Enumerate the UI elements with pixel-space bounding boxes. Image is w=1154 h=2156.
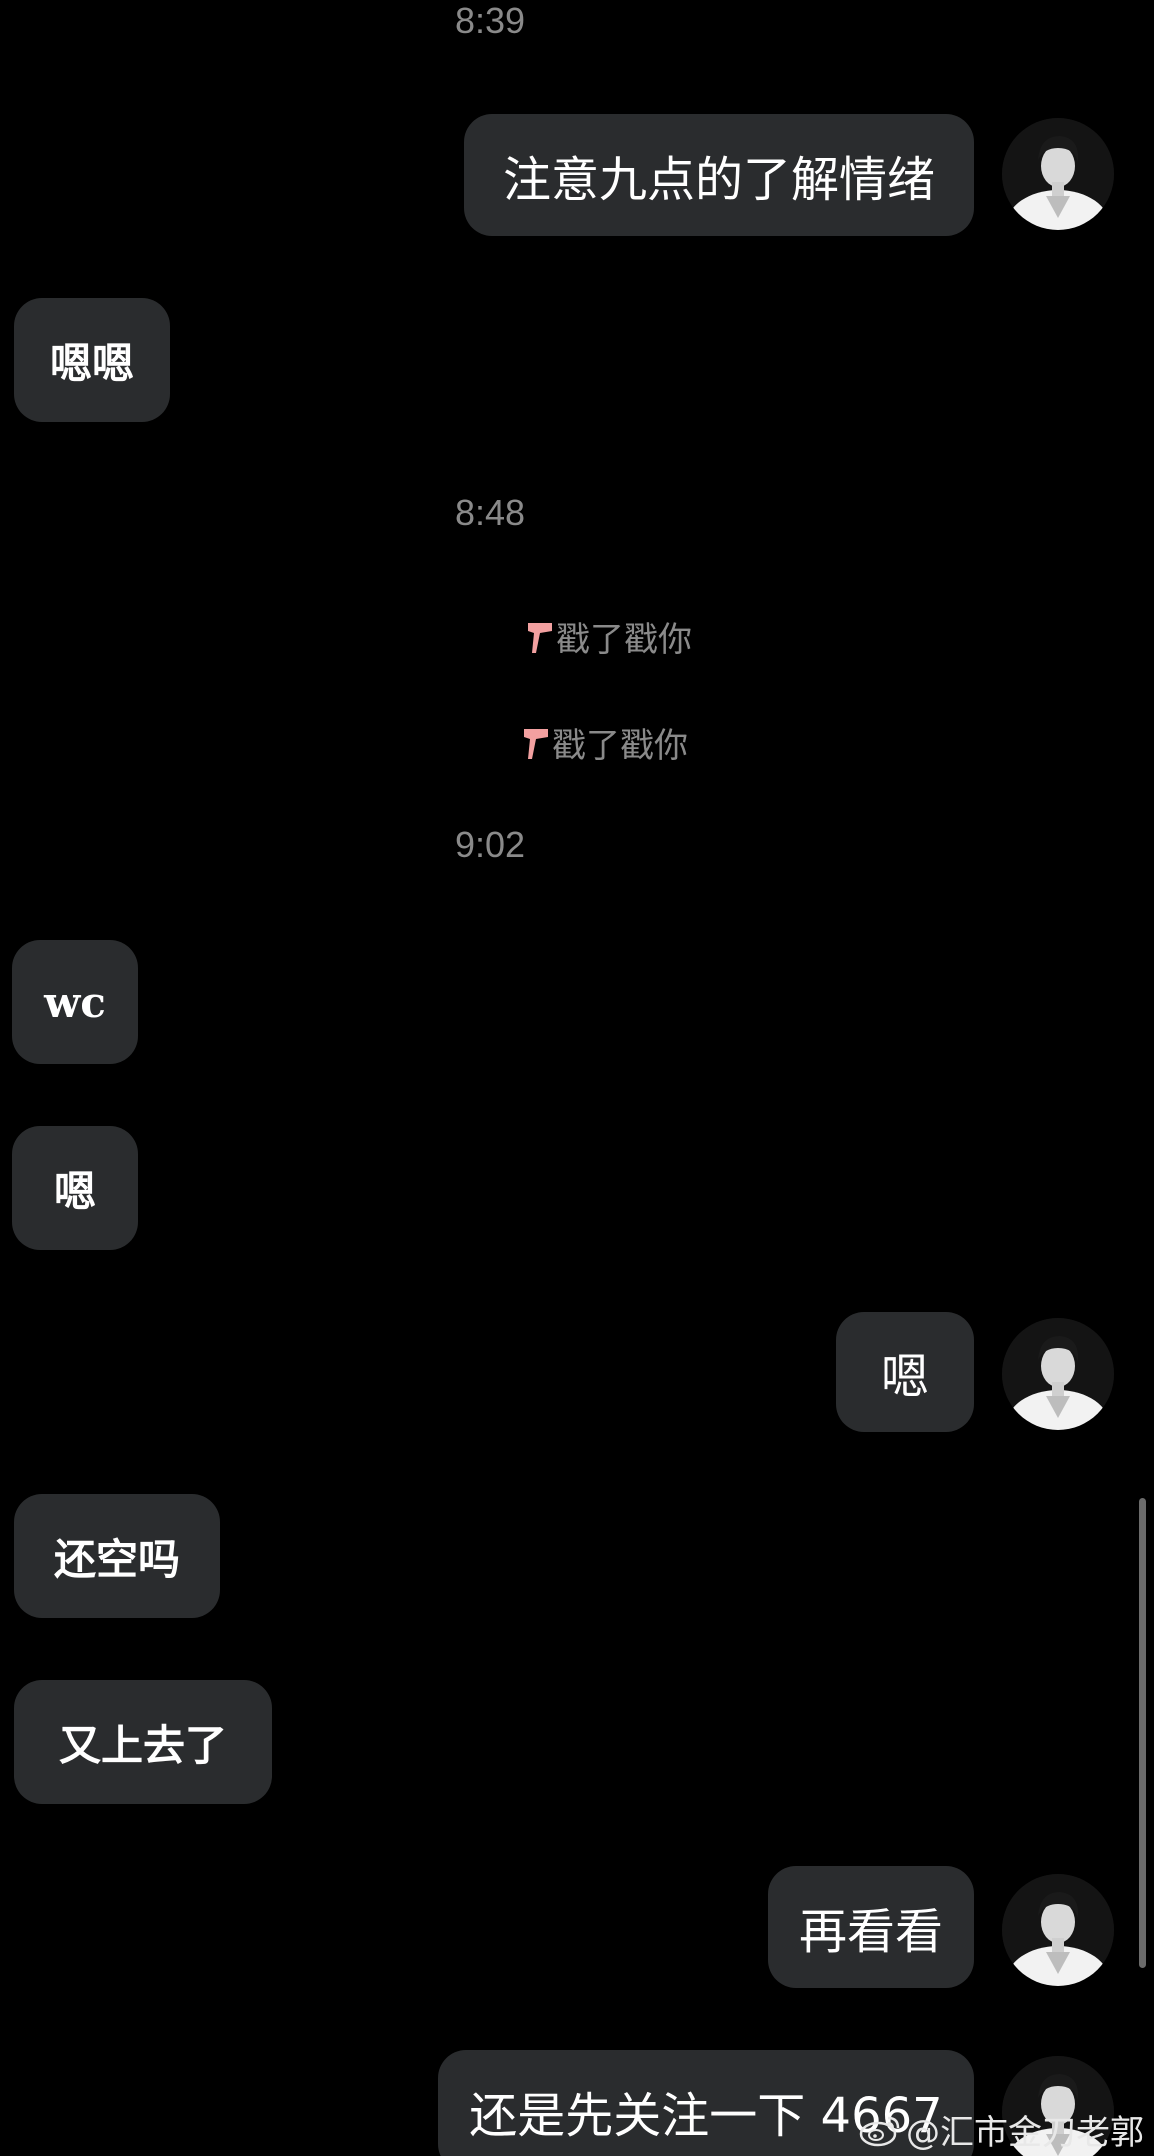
message-text: wc (44, 977, 106, 1027)
poke-event: 戳了戳你 (526, 612, 692, 661)
poke-hand-icon (524, 728, 548, 759)
message-bubble-outgoing[interactable]: 注意九点的了解情绪 (464, 114, 974, 236)
avatar[interactable] (1002, 1874, 1114, 1986)
avatar[interactable] (1002, 1318, 1114, 1430)
watermark: @汇市金刀老郭 (858, 2105, 1144, 2154)
timestamp: 8:39 (455, 0, 526, 41)
user-avatar-icon (1002, 1874, 1114, 1986)
timestamp: 8:48 (455, 492, 526, 533)
user-avatar-icon (1002, 118, 1114, 230)
user-avatar-icon (1002, 1318, 1114, 1430)
chat-screen: 8:39 8:48 9:02 注意九点的了解情绪 嗯嗯 戳了戳你 戳了戳你 wc… (0, 0, 1154, 2156)
message-bubble-outgoing[interactable]: 嗯 (836, 1312, 974, 1432)
message-bubble-incoming[interactable]: 还空吗 (14, 1494, 220, 1618)
weibo-logo-icon (859, 2116, 900, 2146)
message-text: 再看看 (798, 1904, 943, 1960)
message-bubble-outgoing[interactable]: 再看看 (768, 1866, 974, 1988)
message-text: 嗯 (53, 1166, 96, 1216)
message-bubble-incoming[interactable]: wc (12, 940, 138, 1064)
message-text: 又上去了 (58, 1720, 227, 1770)
message-text: 嗯嗯 (49, 338, 134, 388)
poke-text: 戳了戳你 (556, 620, 692, 660)
message-bubble-incoming[interactable]: 嗯 (12, 1126, 138, 1250)
timestamp: 9:02 (455, 824, 526, 865)
message-bubble-incoming[interactable]: 又上去了 (14, 1680, 272, 1804)
scrollbar[interactable] (1139, 1498, 1146, 1968)
poke-event: 戳了戳你 (522, 718, 688, 767)
watermark-text: @汇市金刀老郭 (906, 2113, 1144, 2153)
avatar[interactable] (1002, 118, 1114, 230)
message-bubble-incoming[interactable]: 嗯嗯 (14, 298, 170, 422)
message-text: 嗯 (880, 1349, 929, 1405)
message-text: 还空吗 (53, 1534, 180, 1584)
message-text: 注意九点的了解情绪 (502, 152, 935, 208)
poke-text: 戳了戳你 (552, 726, 688, 766)
poke-hand-icon (528, 622, 552, 653)
